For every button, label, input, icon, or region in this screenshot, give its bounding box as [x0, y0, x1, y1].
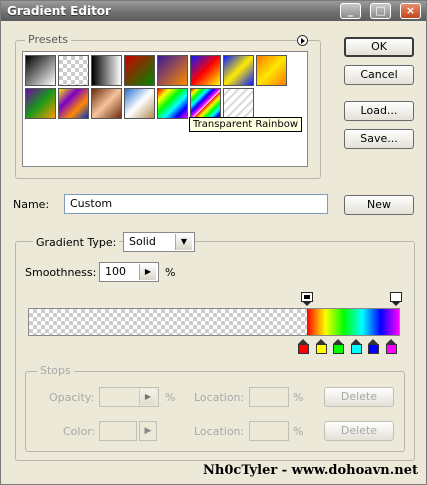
- location-field-1[interactable]: [249, 387, 289, 407]
- presets-menu-button[interactable]: [297, 35, 308, 46]
- close-button[interactable]: ×: [400, 3, 421, 19]
- new-button[interactable]: New: [344, 195, 414, 215]
- load-button[interactable]: Load...: [344, 101, 414, 121]
- title-bar[interactable]: Gradient Editor _ □ ×: [1, 1, 426, 21]
- preset-swatch-12[interactable]: [124, 88, 155, 119]
- preset-swatch-4[interactable]: [124, 55, 155, 86]
- chevron-right-icon: ▶: [139, 389, 156, 405]
- gradient-preview-bar[interactable]: [28, 308, 400, 336]
- preset-tooltip: Transparent Rainbow: [189, 117, 302, 132]
- preset-swatch-15[interactable]: [223, 88, 254, 119]
- color-stop-body: [368, 344, 379, 354]
- chevron-right-icon[interactable]: ▶: [139, 264, 156, 280]
- opacity-stop-right[interactable]: [390, 292, 402, 306]
- location-label-1: Location:: [194, 391, 245, 404]
- color-stop-body: [333, 344, 344, 354]
- gradient-type-value: Solid: [129, 235, 156, 248]
- preset-swatch-9[interactable]: [25, 88, 56, 119]
- name-field[interactable]: Custom: [64, 194, 328, 214]
- color-label: Color:: [63, 425, 96, 438]
- smoothness-label: Smoothness:: [25, 266, 97, 279]
- minimize-button[interactable]: _: [340, 3, 361, 19]
- color-stop-body: [351, 344, 362, 354]
- preset-swatch-3[interactable]: [91, 55, 122, 86]
- preset-swatch-7[interactable]: [223, 55, 254, 86]
- name-label: Name:: [13, 198, 50, 211]
- gradient-type-select[interactable]: Solid ▼: [123, 232, 195, 252]
- save-button[interactable]: Save...: [344, 129, 414, 149]
- opacity-stop-left[interactable]: [301, 292, 313, 306]
- preset-swatch-5[interactable]: [157, 55, 188, 86]
- smoothness-field[interactable]: 100 ▶: [99, 262, 159, 282]
- minimize-icon: _: [347, 4, 354, 17]
- location-unit-2: %: [293, 425, 304, 438]
- color-swatch-field[interactable]: [99, 421, 137, 441]
- color-stop-6[interactable]: [386, 339, 397, 354]
- stops-legend: Stops: [37, 364, 74, 377]
- gradient-type-label: Gradient Type:: [33, 236, 120, 249]
- watermark-text: Nh0cTyler - www.dohoavn.net: [203, 463, 418, 478]
- preset-swatch-13[interactable]: [157, 88, 188, 119]
- circle-arrow-icon: [301, 38, 305, 44]
- location-label-2: Location:: [194, 425, 245, 438]
- opacity-stop-tip: [302, 301, 312, 306]
- ok-button[interactable]: OK: [344, 37, 414, 57]
- delete-color-stop-button[interactable]: Delete: [324, 421, 394, 441]
- preset-swatch-6[interactable]: [190, 55, 221, 86]
- location-unit-1: %: [293, 391, 304, 404]
- delete-opacity-stop-button[interactable]: Delete: [324, 387, 394, 407]
- preset-swatch-1[interactable]: [25, 55, 56, 86]
- gradient-color-band: [307, 309, 399, 335]
- color-stop-2[interactable]: [316, 339, 327, 354]
- triangle-right-icon: ▶: [144, 426, 152, 436]
- window-title: Gradient Editor: [7, 4, 111, 18]
- maximize-icon: □: [375, 4, 386, 17]
- preset-swatch-8[interactable]: [256, 55, 287, 86]
- preset-swatch-14[interactable]: [190, 88, 221, 119]
- preset-list: [22, 51, 308, 167]
- smoothness-value: 100: [105, 265, 126, 278]
- opacity-field[interactable]: ▶: [99, 387, 159, 407]
- close-icon: ×: [405, 4, 416, 17]
- location-field-2[interactable]: [249, 421, 289, 441]
- preset-swatch-2[interactable]: [58, 55, 89, 86]
- color-menu-arrow[interactable]: ▶: [139, 421, 157, 441]
- chevron-down-icon: ▼: [175, 234, 192, 250]
- opacity-label: Opacity:: [49, 391, 95, 404]
- color-stop-1[interactable]: [298, 339, 309, 354]
- opacity-stop-tip: [391, 301, 401, 306]
- preset-swatch-10[interactable]: [58, 88, 89, 119]
- color-stop-body: [386, 344, 397, 354]
- gradient-editor-window: Gradient Editor _ □ × Presets Transparen…: [0, 0, 427, 485]
- presets-legend: Presets: [25, 33, 72, 46]
- color-stop-4[interactable]: [351, 339, 362, 354]
- maximize-button[interactable]: □: [370, 3, 391, 19]
- color-stop-3[interactable]: [333, 339, 344, 354]
- color-stop-body: [298, 344, 309, 354]
- cancel-button[interactable]: Cancel: [344, 65, 414, 85]
- smoothness-unit: %: [165, 266, 176, 279]
- color-stop-body: [316, 344, 327, 354]
- opacity-unit: %: [165, 391, 176, 404]
- preset-swatch-11[interactable]: [91, 88, 122, 119]
- color-stop-5[interactable]: [368, 339, 379, 354]
